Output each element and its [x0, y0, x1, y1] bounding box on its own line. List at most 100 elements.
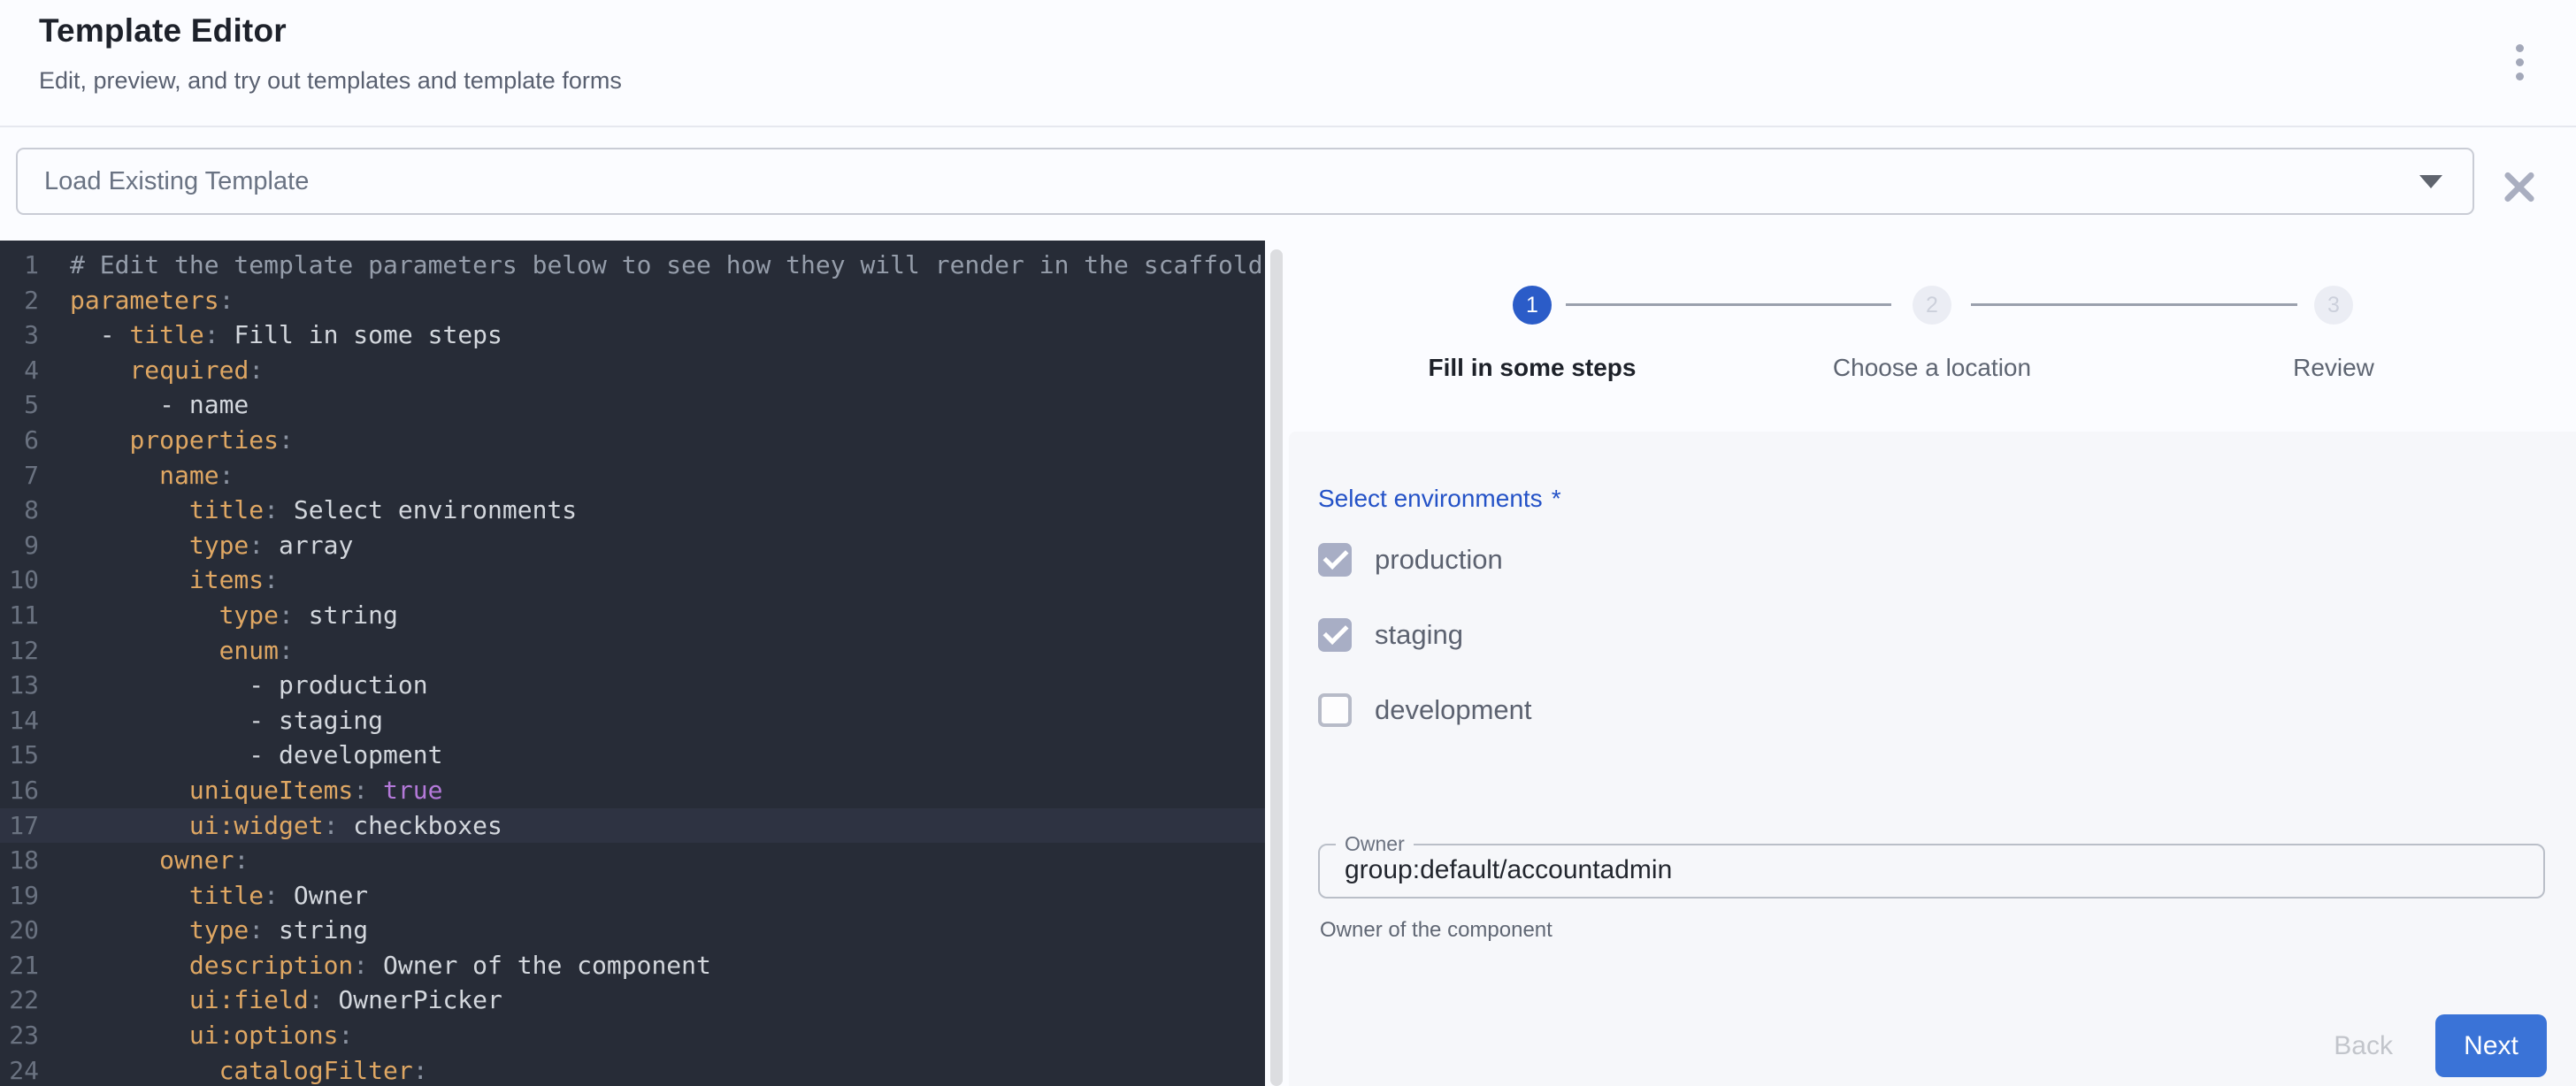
code-line[interactable]: 8 title: Select environments — [0, 493, 1265, 528]
code-text: - production — [70, 668, 428, 703]
code-text: uniqueItems: true — [70, 773, 442, 808]
code-text: required: — [70, 353, 264, 388]
code-line[interactable]: 24 catalogFilter: — [0, 1053, 1265, 1086]
next-button[interactable]: Next — [2435, 1014, 2547, 1077]
wizard-actions: Back Next — [2311, 1014, 2547, 1077]
code-line[interactable]: 3 - title: Fill in some steps — [0, 317, 1265, 353]
template-form-panel: Select environments* production staging de… — [1289, 432, 2576, 1086]
code-line[interactable]: 16 uniqueItems: true — [0, 773, 1265, 808]
line-number: 12 — [0, 633, 39, 669]
checkbox-row-development[interactable]: development — [1318, 689, 1532, 731]
checkbox-production[interactable] — [1318, 543, 1352, 577]
line-number: 8 — [0, 493, 39, 528]
stepper-step-fill-in-some-steps: 1Fill in some steps — [1338, 286, 1727, 382]
code-text: catalogFilter: — [70, 1053, 428, 1086]
code-text: enum: — [70, 633, 294, 669]
checkbox-development[interactable] — [1318, 693, 1352, 727]
env-field-label: Select environments* — [1318, 485, 1561, 513]
line-number: 17 — [0, 808, 39, 844]
code-text: title: Owner — [70, 878, 368, 914]
code-line[interactable]: 17 ui:widget: checkboxes — [0, 808, 1265, 844]
line-number: 2 — [0, 283, 39, 318]
owner-helper-text: Owner of the component — [1320, 918, 1552, 943]
checkbox-row-staging[interactable]: staging — [1318, 614, 1463, 656]
code-line[interactable]: 22 ui:field: OwnerPicker — [0, 983, 1265, 1018]
owner-input[interactable] — [1343, 854, 2514, 886]
load-template-select[interactable]: Load Existing Template — [16, 148, 2474, 215]
code-line[interactable]: 7 name: — [0, 458, 1265, 493]
code-line[interactable]: 1# Edit the template parameters below to… — [0, 248, 1265, 283]
line-number: 18 — [0, 843, 39, 878]
code-line[interactable]: 5 - name — [0, 387, 1265, 423]
code-text: - development — [70, 738, 442, 773]
line-number: 6 — [0, 423, 39, 458]
back-button[interactable]: Back — [2311, 1014, 2416, 1077]
code-line[interactable]: 9 type: array — [0, 528, 1265, 563]
owner-field[interactable]: Owner — [1318, 832, 2545, 899]
code-text: ui:widget: checkboxes — [70, 808, 502, 844]
code-line[interactable]: 10 items: — [0, 562, 1265, 598]
code-line[interactable]: 23 ui:options: — [0, 1018, 1265, 1053]
kebab-menu-icon — [2516, 73, 2524, 80]
owner-field-label: Owner — [1336, 832, 1414, 856]
code-text: parameters: — [70, 283, 234, 318]
code-text: type: string — [70, 913, 368, 948]
code-line[interactable]: 19 title: Owner — [0, 878, 1265, 914]
step-label: Choose a location — [1737, 354, 2127, 382]
checkbox-label: production — [1375, 544, 1503, 576]
code-line[interactable]: 20 type: string — [0, 913, 1265, 948]
code-text: - name — [70, 387, 249, 423]
dropdown-arrow-icon — [2419, 175, 2442, 188]
code-text: title: Select environments — [70, 493, 577, 528]
stepper-step-choose-a-location: 2 Choose a location — [1737, 286, 2127, 382]
yaml-editor[interactable]: 1# Edit the template parameters below to… — [0, 241, 1265, 1086]
code-line[interactable]: 13 - production — [0, 668, 1265, 703]
more-options-button[interactable] — [2500, 34, 2539, 90]
line-number: 13 — [0, 668, 39, 703]
line-number: 24 — [0, 1053, 39, 1086]
editor-scrollbar[interactable] — [1270, 249, 1283, 1086]
code-text: ui:options: — [70, 1018, 353, 1053]
line-number: 5 — [0, 387, 39, 423]
code-line[interactable]: 11 type: string — [0, 598, 1265, 633]
step-label: Fill in some steps — [1338, 354, 1727, 382]
checkbox-row-production[interactable]: production — [1318, 539, 1503, 581]
code-line[interactable]: 21 description: Owner of the component — [0, 948, 1265, 983]
line-number: 1 — [0, 248, 39, 283]
line-number: 16 — [0, 773, 39, 808]
required-asterisk: * — [1552, 485, 1561, 512]
code-line[interactable]: 12 enum: — [0, 633, 1265, 669]
line-number: 7 — [0, 458, 39, 493]
code-text: - staging — [70, 703, 383, 738]
code-line[interactable]: 14 - staging — [0, 703, 1265, 738]
checkbox-label: staging — [1375, 619, 1463, 651]
code-text: ui:field: OwnerPicker — [70, 983, 502, 1018]
checkbox-staging[interactable] — [1318, 618, 1352, 652]
code-text: owner: — [70, 843, 249, 878]
line-number: 20 — [0, 913, 39, 948]
code-line[interactable]: 15 - development — [0, 738, 1265, 773]
close-editor-button[interactable] — [2500, 167, 2539, 206]
step-label: Review — [2139, 354, 2528, 382]
line-number: 3 — [0, 317, 39, 353]
line-number: 10 — [0, 562, 39, 598]
template-editor-page: Template Editor Edit, preview, and try o… — [0, 0, 2576, 1086]
code-line[interactable]: 6 properties: — [0, 423, 1265, 458]
code-text: - title: Fill in some steps — [70, 317, 502, 353]
code-text: items: — [70, 562, 279, 598]
line-number: 23 — [0, 1018, 39, 1053]
code-line[interactable]: 18 owner: — [0, 843, 1265, 878]
code-line[interactable]: 2 parameters: — [0, 283, 1265, 318]
line-number: 22 — [0, 983, 39, 1018]
page-subtitle: Edit, preview, and try out templates and… — [39, 67, 622, 95]
checkbox-label: development — [1375, 694, 1532, 726]
step-indicator: 2 — [1913, 286, 1951, 325]
kebab-menu-icon — [2516, 44, 2524, 52]
line-number: 21 — [0, 948, 39, 983]
step-indicator: 3 — [2314, 286, 2353, 325]
line-number: 14 — [0, 703, 39, 738]
code-text: description: Owner of the component — [70, 948, 711, 983]
page-title: Template Editor — [39, 12, 287, 50]
code-line[interactable]: 4 required: — [0, 353, 1265, 388]
line-number: 9 — [0, 528, 39, 563]
